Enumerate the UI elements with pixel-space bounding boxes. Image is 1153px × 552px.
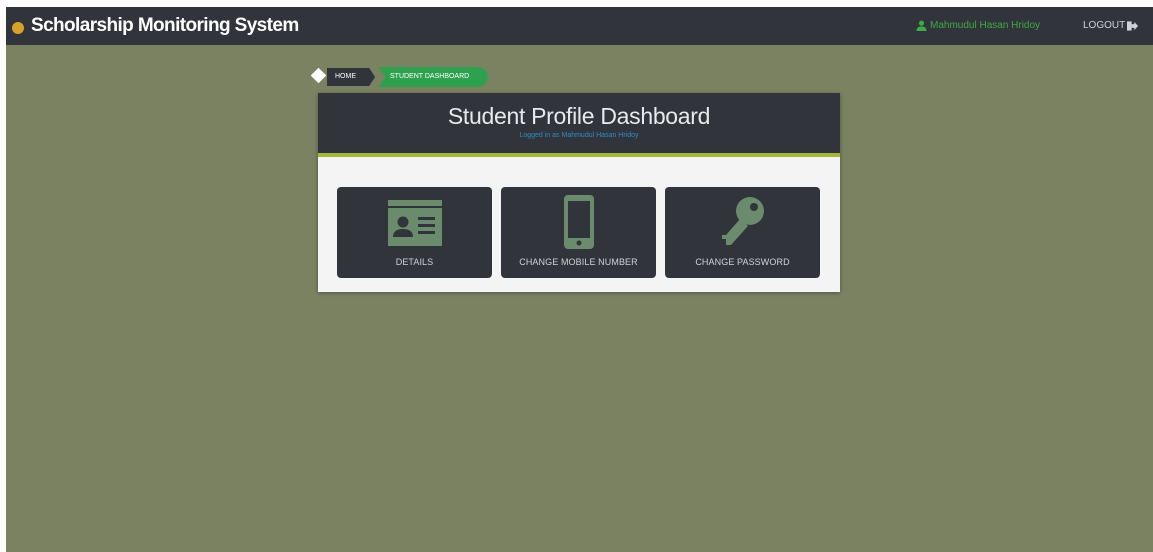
top-navbar: Scholarship Monitoring System Mahmudul H… bbox=[6, 7, 1153, 45]
app-frame: Scholarship Monitoring System Mahmudul H… bbox=[6, 7, 1153, 552]
breadcrumb-current: STUDENT DASHBOARD bbox=[378, 67, 488, 87]
details-label: DETAILS bbox=[395, 257, 434, 267]
user-icon bbox=[916, 20, 927, 31]
brand-logo-icon bbox=[12, 22, 24, 34]
logout-icon bbox=[1127, 20, 1139, 31]
change-password-tile[interactable]: CHANGE PASSWORD bbox=[665, 187, 820, 278]
logout-label: LOGOUT bbox=[1083, 20, 1126, 31]
breadcrumb-home[interactable]: HOME bbox=[327, 68, 375, 86]
home-marker-icon bbox=[310, 67, 327, 84]
details-tile[interactable]: DETAILS bbox=[337, 187, 492, 278]
page-title: Student Profile Dashboard bbox=[447, 103, 711, 129]
logout-link[interactable]: LOGOUT bbox=[1083, 20, 1139, 31]
change-password-label: CHANGE PASSWORD bbox=[695, 257, 790, 267]
user-profile-link[interactable]: Mahmudul Hasan Hridoy bbox=[916, 20, 1040, 31]
dashboard-panel: Student Profile Dashboard Logged in as M… bbox=[318, 93, 840, 292]
mobile-phone-icon bbox=[563, 195, 594, 249]
user-name: Mahmudul Hasan Hridoy bbox=[930, 20, 1041, 31]
key-icon bbox=[721, 197, 764, 245]
change-mobile-number-label: CHANGE MOBILE NUMBER bbox=[519, 257, 638, 267]
brand-title: Scholarship Monitoring System bbox=[31, 15, 299, 36]
panel-header: Student Profile Dashboard Logged in as M… bbox=[318, 93, 840, 157]
logged-in-subtitle: Logged in as Mahmudul Hasan Hridoy bbox=[519, 132, 639, 139]
brand[interactable]: Scholarship Monitoring System bbox=[12, 15, 299, 37]
change-mobile-number-tile[interactable]: CHANGE MOBILE NUMBER bbox=[501, 187, 656, 278]
id-card-icon bbox=[387, 200, 442, 246]
